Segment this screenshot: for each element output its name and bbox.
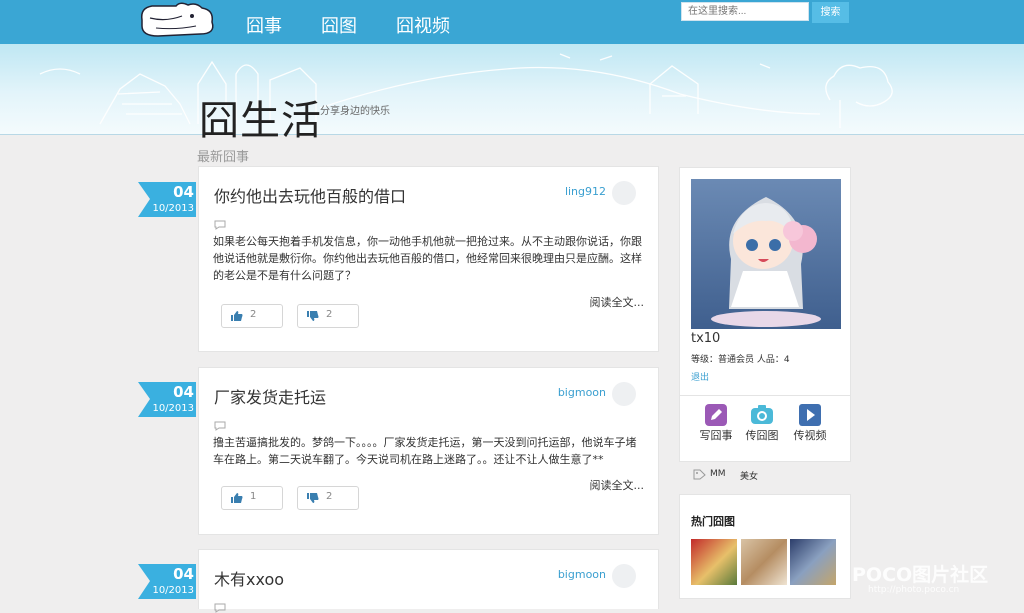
comment-icon[interactable] bbox=[214, 220, 226, 230]
quick-actions: 写囧事 传囧图 传视频 bbox=[679, 396, 851, 462]
write-post-label: 写囧事 bbox=[699, 429, 733, 442]
play-icon bbox=[799, 404, 821, 426]
dislike-button[interactable]: 2 bbox=[297, 486, 359, 510]
dislike-count: 2 bbox=[326, 491, 333, 502]
pencil-icon bbox=[705, 404, 727, 426]
tag-list: MM 美女 bbox=[679, 466, 851, 492]
user-avatar[interactable] bbox=[691, 179, 841, 329]
like-count: 2 bbox=[250, 309, 257, 320]
dislike-button[interactable]: 2 bbox=[297, 304, 359, 328]
date-month: 10/2013 bbox=[152, 585, 194, 596]
post-card: 木有xxoo bigmoon bbox=[198, 549, 659, 613]
header-banner bbox=[0, 44, 1024, 135]
write-post-button[interactable]: 写囧事 bbox=[692, 404, 740, 443]
author-avatar[interactable] bbox=[612, 564, 636, 588]
post-excerpt: 如果老公每天抱着手机发信息，你一动他手机他就一把抢过来。从不主动跟你说话，你跟他… bbox=[213, 235, 642, 282]
logout-link[interactable]: 退出 bbox=[691, 370, 709, 383]
post-title[interactable]: 木有xxoo bbox=[214, 566, 284, 590]
thumbs-up-icon bbox=[231, 311, 243, 321]
hot-images-title: 热门囧图 bbox=[691, 515, 735, 528]
dislike-count: 2 bbox=[326, 309, 333, 320]
read-more-link[interactable]: 阅读全文... bbox=[590, 294, 645, 310]
site-tagline: 分享身边的快乐 bbox=[320, 106, 390, 117]
tag-icon bbox=[693, 469, 706, 480]
post-card: 你约他出去玩他百般的借口 ling912 如果老公每天抱着手机发信息，你一动他手… bbox=[198, 166, 659, 352]
profile-panel: tx10 等级：普通会员 人品：4 退出 bbox=[679, 167, 851, 396]
post-author[interactable]: bigmoon bbox=[558, 568, 606, 581]
search-button[interactable]: 搜索 bbox=[812, 2, 849, 23]
date-ribbon: 04 10/2013 bbox=[138, 382, 196, 417]
date-ribbon: 04 10/2013 bbox=[138, 182, 196, 217]
post-excerpt: 撸主苦逼搞批发的。梦鸽一下。。。。厂家发货走托运，第一天没到问托运部，他说车子堵… bbox=[213, 436, 637, 466]
author-avatar[interactable] bbox=[612, 181, 636, 205]
upload-photo-button[interactable]: 传囧图 bbox=[738, 404, 786, 443]
date-month: 10/2013 bbox=[152, 403, 194, 414]
date-month: 10/2013 bbox=[152, 203, 194, 214]
date-day: 04 bbox=[173, 383, 194, 401]
read-more-link[interactable]: 阅读全文... bbox=[590, 477, 645, 493]
upload-video-label: 传视频 bbox=[793, 429, 827, 442]
tag-item[interactable]: MM bbox=[710, 469, 726, 479]
upload-video-button[interactable]: 传视频 bbox=[786, 404, 834, 443]
post-title[interactable]: 你约他出去玩他百般的借口 bbox=[214, 183, 406, 207]
post-card: 厂家发货走托运 bigmoon 撸主苦逼搞批发的。梦鸽一下。。。。厂家发货走托运… bbox=[198, 367, 659, 535]
like-button[interactable]: 1 bbox=[221, 486, 283, 510]
nav-jiongshipin[interactable]: 囧视频 bbox=[396, 12, 450, 38]
hot-image-thumb[interactable] bbox=[741, 539, 787, 585]
watermark-url: http://photo.poco.cn bbox=[868, 585, 960, 595]
post-title[interactable]: 厂家发货走托运 bbox=[214, 384, 326, 408]
upload-photo-label: 传囧图 bbox=[745, 429, 779, 442]
banner-illustration bbox=[39, 53, 893, 128]
top-navbar: 囧事 囧图 囧视频 搜索 bbox=[0, 0, 1024, 44]
date-ribbon: 04 10/2013 bbox=[138, 564, 196, 599]
site-title: 囧生活 bbox=[199, 98, 322, 144]
comment-icon[interactable] bbox=[214, 603, 226, 613]
author-avatar[interactable] bbox=[612, 382, 636, 406]
thumbs-down-icon bbox=[307, 311, 319, 321]
date-day: 04 bbox=[173, 183, 194, 201]
user-meta: 等级：普通会员 人品：4 bbox=[691, 355, 790, 365]
camera-icon bbox=[751, 405, 773, 424]
comment-icon[interactable] bbox=[214, 421, 226, 431]
tag-item[interactable]: 美女 bbox=[740, 469, 758, 482]
username[interactable]: tx10 bbox=[691, 331, 720, 346]
post-author[interactable]: bigmoon bbox=[558, 386, 606, 399]
date-day: 04 bbox=[173, 565, 194, 583]
hot-image-thumb[interactable] bbox=[790, 539, 836, 585]
hot-images-panel: 热门囧图 bbox=[679, 494, 851, 599]
like-button[interactable]: 2 bbox=[221, 304, 283, 328]
thumbs-down-icon bbox=[307, 493, 319, 503]
nav-jiongshi[interactable]: 囧事 bbox=[246, 12, 282, 38]
section-title: 最新囧事 bbox=[197, 150, 250, 165]
site-logo[interactable] bbox=[136, 0, 218, 40]
watermark: POCO图片社区 bbox=[852, 564, 989, 586]
post-author[interactable]: ling912 bbox=[565, 185, 606, 198]
nav-jiongtu[interactable]: 囧图 bbox=[321, 12, 357, 38]
hot-image-thumb[interactable] bbox=[691, 539, 737, 585]
thumbs-up-icon bbox=[231, 493, 243, 503]
search-input[interactable] bbox=[681, 2, 809, 21]
like-count: 1 bbox=[250, 491, 257, 502]
